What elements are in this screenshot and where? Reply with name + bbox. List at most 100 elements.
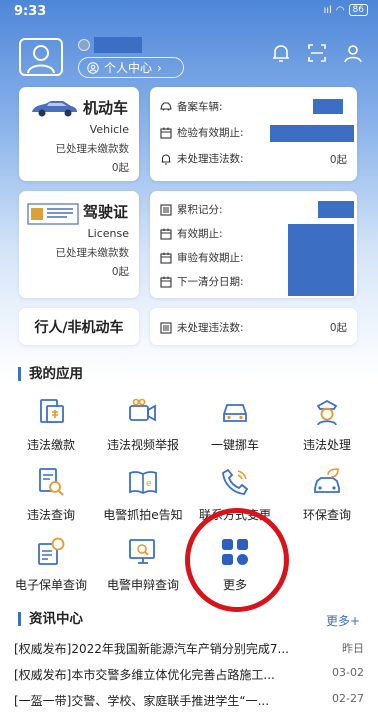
apps-section-title: 我的应用 bbox=[18, 367, 83, 381]
chevron-right-icon: › bbox=[157, 60, 162, 75]
app-violation-handling[interactable]: 违法处理 bbox=[280, 396, 374, 453]
svg-text:e: e bbox=[146, 479, 152, 489]
registered-vehicles-row: 备案车辆: bbox=[160, 99, 223, 114]
app-video-report[interactable]: 违法视频举报 bbox=[96, 396, 190, 453]
vehicle-title: 机动车 bbox=[83, 99, 129, 117]
inspection-label: 检验有效期止: bbox=[177, 127, 244, 139]
vehicle-unpaid-value: 0起 bbox=[111, 162, 129, 174]
vehicle-violations-label: 未处理违法数: bbox=[177, 153, 244, 165]
app-environment-query[interactable]: 环保查询 bbox=[280, 466, 374, 523]
signal-icon: ııl bbox=[323, 4, 332, 16]
license-subtitle: License bbox=[87, 227, 129, 240]
nonmotor-violations-value: 0起 bbox=[329, 322, 347, 334]
news-title: 本市交警多维立体优化完善占路施工... bbox=[71, 668, 275, 682]
vehicle-unpaid-label: 已处理未缴款数 bbox=[55, 143, 130, 155]
nonmotor-card[interactable]: 行人/非机动车 bbox=[19, 308, 139, 345]
nonmotor-title: 行人/非机动车 bbox=[34, 319, 124, 336]
points-label: 累积记分: bbox=[177, 204, 223, 216]
avatar[interactable] bbox=[19, 38, 63, 76]
news-tag: [权威发布] bbox=[14, 668, 72, 682]
personal-center-button[interactable]: 个人中心 › bbox=[78, 57, 184, 78]
news-item[interactable]: [一盔一带] 交警、学校、家庭联手推进学生“一... 02-27 bbox=[14, 692, 364, 709]
police-officer-icon bbox=[316, 399, 338, 426]
license-card-icon bbox=[27, 203, 79, 225]
vehicle-subtitle: Vehicle bbox=[89, 123, 129, 136]
license-title: 驾驶证 bbox=[83, 203, 129, 221]
news-title: 交警、学校、家庭联手推进学生“一... bbox=[71, 694, 270, 708]
news-item[interactable]: [权威发布] 2022年我国新能源汽车产销分别完成7... 昨日 bbox=[14, 640, 364, 657]
list-icon bbox=[160, 321, 172, 334]
calendar-icon bbox=[160, 228, 172, 240]
app-move-car[interactable]: 一键挪车 bbox=[188, 396, 282, 453]
nonmotor-info-card[interactable]: 未处理违法数: 0起 bbox=[150, 308, 357, 345]
header-actions bbox=[270, 42, 364, 64]
points-row: 累积记分: bbox=[160, 202, 223, 217]
review-label: 审验有效期止: bbox=[177, 252, 244, 264]
list-icon bbox=[160, 203, 172, 216]
app-label: 电警申辩查询 bbox=[106, 578, 179, 592]
news-title: 2022年我国新能源汽车产销分别完成7... bbox=[71, 642, 289, 656]
registered-vehicles-label: 备案车辆: bbox=[177, 101, 223, 113]
nonmotor-violations-label: 未处理违法数: bbox=[177, 322, 244, 334]
app-label: 违法处理 bbox=[302, 438, 351, 452]
eco-car-icon bbox=[314, 468, 340, 493]
vehicle-violations-row: 未处理违法数: bbox=[160, 151, 244, 166]
app-label: 环保查询 bbox=[302, 508, 351, 522]
status-icons: ııl ◠ 86 bbox=[323, 4, 368, 16]
personal-center-label: 个人中心 bbox=[104, 61, 153, 75]
car-small-icon bbox=[160, 102, 172, 111]
news-date: 03-02 bbox=[332, 666, 364, 679]
monitor-search-icon bbox=[129, 539, 155, 564]
vehicle-card[interactable]: 机动车 Vehicle 已处理未缴款数 0起 bbox=[19, 87, 139, 181]
vehicle-info-card[interactable]: 备案车辆: 检验有效期止: 未处理违法数: 0起 bbox=[150, 87, 357, 181]
registered-vehicles-redacted bbox=[313, 99, 343, 114]
news-more-link[interactable]: 更多+ bbox=[326, 612, 360, 629]
news-date: 02-27 bbox=[332, 692, 364, 705]
wifi-icon: ◠ bbox=[335, 4, 345, 16]
vehicle-violations-value: 0起 bbox=[329, 154, 347, 166]
status-dot-icon bbox=[78, 39, 90, 51]
highlight-circle bbox=[185, 508, 289, 612]
news-tag: [一盔一带] bbox=[14, 694, 72, 708]
app-label: 违法视频举报 bbox=[106, 438, 179, 452]
license-card[interactable]: 驾驶证 License 已处理未缴款数 0起 bbox=[19, 191, 139, 298]
open-book-icon: e bbox=[129, 471, 157, 495]
battery-icon: 86 bbox=[348, 4, 368, 16]
license-dates-redacted bbox=[288, 224, 354, 296]
app-label: 一键挪车 bbox=[210, 438, 259, 452]
app-label: 电子保单查询 bbox=[14, 578, 87, 592]
scan-icon[interactable] bbox=[306, 42, 328, 64]
license-unpaid-label: 已处理未缴款数 bbox=[55, 247, 130, 259]
app-violation-payment[interactable]: 违法缴款 bbox=[4, 396, 98, 453]
license-info-card[interactable]: 累积记分: 有效期止: 审验有效期止: 下一清分日期: bbox=[150, 191, 357, 298]
status-bar: 9:33 ııl ◠ 86 bbox=[0, 0, 378, 22]
app-violation-query[interactable]: 违法查询 bbox=[4, 466, 98, 523]
username-redacted bbox=[94, 37, 142, 53]
document-search-icon bbox=[39, 468, 64, 496]
app-label: 电警抓拍e告知 bbox=[103, 508, 183, 522]
nonmotor-violations-row: 未处理违法数: bbox=[160, 320, 244, 335]
video-camera-icon bbox=[129, 398, 156, 422]
news-date: 昨日 bbox=[342, 642, 364, 655]
app-label: 违法缴款 bbox=[26, 438, 75, 452]
news-item[interactable]: [权威发布] 本市交警多维立体优化完善占路施工... 03-02 bbox=[14, 666, 364, 683]
points-redacted bbox=[318, 201, 354, 218]
status-time: 9:33 bbox=[14, 4, 47, 19]
app-label: 违法查询 bbox=[26, 508, 75, 522]
police-user-icon[interactable] bbox=[342, 42, 364, 64]
app-e-policy-query[interactable]: 电子保单查询 bbox=[4, 536, 98, 593]
bell-icon[interactable] bbox=[270, 42, 292, 64]
car-front-icon bbox=[223, 404, 247, 422]
calendar-icon bbox=[160, 252, 172, 264]
news-tag: [权威发布] bbox=[14, 642, 72, 656]
phone-icon bbox=[222, 468, 249, 495]
inspection-date-redacted bbox=[270, 125, 354, 142]
car-icon bbox=[32, 101, 77, 117]
news-section-title: 资讯中心 bbox=[18, 612, 83, 626]
review-row: 审验有效期止: bbox=[160, 250, 244, 265]
license-valid-row: 有效期止: bbox=[160, 226, 223, 241]
inspection-row: 检验有效期止: bbox=[160, 125, 244, 140]
license-valid-label: 有效期止: bbox=[177, 228, 223, 240]
app-electronic-police-notify[interactable]: e 电警抓拍e告知 bbox=[96, 466, 190, 523]
app-appeal-query[interactable]: 电警申辩查询 bbox=[96, 536, 190, 593]
